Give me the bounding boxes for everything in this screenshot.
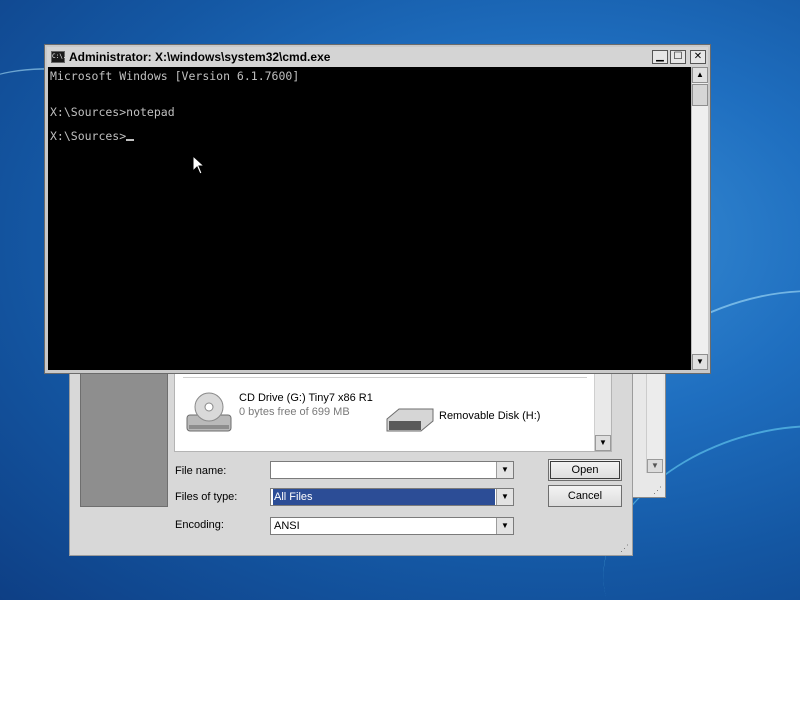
file-list-scrollbar[interactable]: ▼: [594, 373, 611, 451]
open-file-dialog: CD Drive (G:) Tiny7 x86 R1 0 bytes free …: [69, 372, 633, 556]
scroll-up-icon[interactable]: ▲: [692, 67, 708, 83]
drive-space: 0 bytes free of 699 MB: [239, 406, 350, 418]
console-line: Microsoft Windows [Version 6.1.7600]: [50, 69, 300, 83]
removable-disk-icon: [386, 408, 434, 432]
title-bar[interactable]: C:\. Administrator: X:\windows\system32\…: [47, 47, 708, 67]
window-title: Administrator: X:\windows\system32\cmd.e…: [69, 50, 331, 64]
chevron-down-icon[interactable]: ▼: [496, 489, 513, 505]
file-name-label: File name:: [175, 465, 227, 477]
file-list[interactable]: CD Drive (G:) Tiny7 x86 R1 0 bytes free …: [174, 373, 612, 452]
scroll-down-icon[interactable]: ▼: [595, 435, 611, 451]
resize-grip-icon[interactable]: ⋰: [620, 543, 630, 553]
cd-drive-icon: [186, 392, 232, 432]
console-scrollbar[interactable]: ▲ ▼: [691, 67, 708, 370]
encoding-value[interactable]: ANSI: [273, 518, 495, 534]
encoding-select[interactable]: ANSI ▼: [270, 517, 514, 535]
file-name-value[interactable]: [273, 462, 495, 478]
resize-grip-icon[interactable]: ⋰: [653, 485, 663, 495]
cmd-window[interactable]: C:\. Administrator: X:\windows\system32\…: [44, 44, 711, 374]
console-prompt: X:\Sources>: [50, 129, 127, 143]
minimize-button[interactable]: ▁: [652, 50, 668, 64]
maximize-button[interactable]: ☐: [670, 50, 686, 64]
chevron-down-icon[interactable]: ▼: [496, 462, 513, 478]
cmd-icon: C:\.: [51, 51, 66, 63]
background-window-scrollbar[interactable]: [646, 373, 663, 473]
places-bar[interactable]: [80, 373, 168, 507]
console-output[interactable]: Microsoft Windows [Version 6.1.7600] X:\…: [48, 67, 691, 370]
text-caret: [126, 139, 135, 141]
scroll-thumb[interactable]: [692, 84, 708, 106]
files-of-type-select[interactable]: All Files ▼: [270, 488, 514, 506]
drive-item-removable[interactable]: Removable Disk (H:): [385, 405, 540, 435]
chevron-down-icon[interactable]: ▼: [496, 518, 513, 534]
list-divider: [183, 377, 587, 378]
mouse-cursor-icon: [192, 155, 206, 175]
scroll-down-icon[interactable]: ▼: [647, 459, 663, 473]
cancel-button[interactable]: Cancel: [548, 485, 622, 507]
console-line: X:\Sources>notepad: [50, 105, 175, 119]
scroll-down-icon[interactable]: ▼: [692, 354, 708, 370]
files-of-type-value[interactable]: All Files: [273, 489, 495, 505]
files-of-type-label: Files of type:: [175, 491, 238, 503]
drive-name: CD Drive (G:) Tiny7 x86 R1: [239, 392, 373, 404]
open-button[interactable]: Open: [548, 459, 622, 481]
console-prompt-line: X:\Sources>: [50, 129, 135, 143]
drive-name: Removable Disk (H:): [439, 410, 541, 422]
close-button[interactable]: ✕: [690, 50, 706, 64]
drive-item-cd[interactable]: CD Drive (G:) Tiny7 x86 R1 0 bytes free …: [183, 391, 373, 435]
encoding-label: Encoding:: [175, 519, 224, 531]
file-name-field[interactable]: ▼: [270, 461, 514, 479]
